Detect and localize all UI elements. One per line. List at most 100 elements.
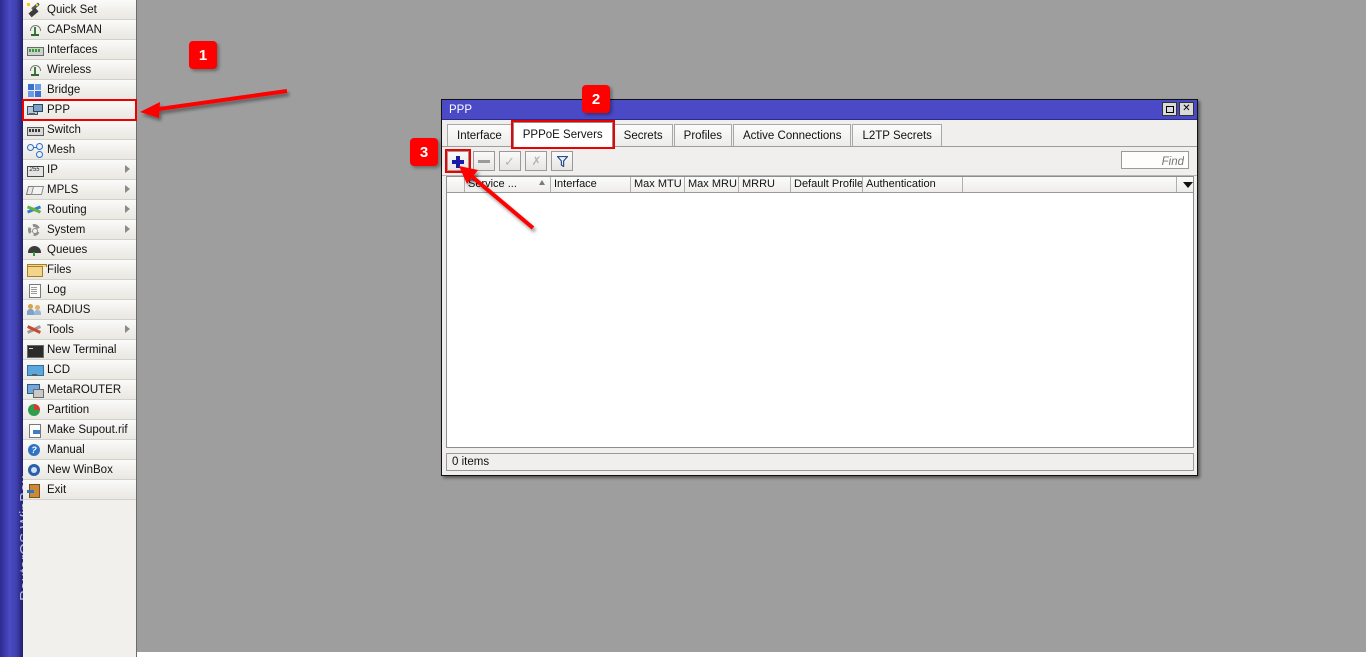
sidebar-item-label: Mesh xyxy=(47,140,75,160)
funnel-icon xyxy=(557,156,568,167)
wand-icon xyxy=(27,3,42,17)
antenna-icon xyxy=(27,63,42,77)
mesh-icon xyxy=(27,143,42,157)
ppp-tab-bar: InterfacePPPoE ServersSecretsProfilesAct… xyxy=(442,120,1197,147)
column-header-label: Authentication xyxy=(866,178,936,190)
column-header-label: MRRU xyxy=(742,178,775,190)
tab-interface[interactable]: Interface xyxy=(447,124,512,146)
sidebar-item-radius[interactable]: RADIUS xyxy=(23,300,136,320)
add-button[interactable] xyxy=(447,151,469,171)
sidebar-item-lcd[interactable]: LCD xyxy=(23,360,136,380)
check-icon: ✓ xyxy=(504,156,517,167)
sidebar-item-bridge[interactable]: Bridge xyxy=(23,80,136,100)
sidebar-item-label: Partition xyxy=(47,400,89,420)
column-header-authentication[interactable]: Authentication xyxy=(863,177,963,192)
gear-icon xyxy=(27,223,42,237)
sidebar-item-label: Tools xyxy=(47,320,74,340)
close-button[interactable]: ✕ xyxy=(1179,102,1194,116)
sidebar-item-files[interactable]: Files xyxy=(23,260,136,280)
sidebar-brand-rail: RouterOS WinBox xyxy=(0,0,23,657)
column-header-blank-8[interactable] xyxy=(963,177,1177,192)
column-header-mrru[interactable]: MRRU xyxy=(739,177,791,192)
cross-icon: ✗ xyxy=(530,155,543,168)
remove-button[interactable] xyxy=(473,151,495,171)
sidebar-item-label: Exit xyxy=(47,480,66,500)
sidebar-item-new-terminal[interactable]: New Terminal xyxy=(23,340,136,360)
column-header-interface[interactable]: Interface xyxy=(551,177,631,192)
ppp-window-titlebar[interactable]: PPP ✕ xyxy=(442,100,1197,120)
sidebar-item-label: System xyxy=(47,220,85,240)
supout-file-icon xyxy=(27,423,42,437)
status-bar: 0 items xyxy=(446,453,1194,471)
sidebar-item-capsman[interactable]: CAPsMAN xyxy=(23,20,136,40)
exit-door-icon xyxy=(27,483,42,497)
antenna-icon xyxy=(27,23,42,37)
sidebar-item-exit[interactable]: Exit xyxy=(23,480,136,500)
log-page-icon xyxy=(27,283,42,297)
tab-profiles[interactable]: Profiles xyxy=(674,124,732,146)
pppoe-servers-table[interactable]: Service ... Interface Max MTUMax MRUMRRU De… xyxy=(446,176,1194,448)
sidebar-item-ppp[interactable]: PPP xyxy=(23,100,136,120)
column-header-label: Interface xyxy=(554,178,597,190)
column-header-max-mru[interactable]: Max MRU xyxy=(685,177,739,192)
sidebar-item-manual[interactable]: ?Manual xyxy=(23,440,136,460)
disable-button[interactable]: ✗ xyxy=(525,151,547,171)
column-header-default-profile[interactable]: Default Profile xyxy=(791,177,863,192)
search-input[interactable] xyxy=(1122,154,1188,170)
sidebar-item-make-supout-rif[interactable]: Make Supout.rif xyxy=(23,420,136,440)
sidebar-item-mpls[interactable]: MPLS xyxy=(23,180,136,200)
titlebar-button-group: ✕ xyxy=(1162,102,1194,116)
sidebar-item-quick-set[interactable]: Quick Set xyxy=(23,0,136,20)
sidebar-item-log[interactable]: Log xyxy=(23,280,136,300)
chevron-right-icon xyxy=(125,325,130,333)
sidebar-item-mesh[interactable]: Mesh xyxy=(23,140,136,160)
chevron-right-icon xyxy=(125,165,130,173)
column-header-label: Service ... xyxy=(468,178,517,190)
sidebar-item-new-winbox[interactable]: New WinBox xyxy=(23,460,136,480)
tab-pppoe-servers[interactable]: PPPoE Servers xyxy=(513,122,613,147)
column-chooser-button[interactable] xyxy=(1177,177,1194,192)
sidebar-item-label: Switch xyxy=(47,120,81,140)
column-header-label: Max MTU xyxy=(634,178,682,190)
filter-button[interactable] xyxy=(551,151,573,171)
find-field-wrapper[interactable] xyxy=(1121,151,1189,169)
bridge-icon xyxy=(27,83,42,97)
annotation-marker-2: 2 xyxy=(582,85,610,113)
sidebar-item-label: Bridge xyxy=(47,80,80,100)
sidebar-item-ip[interactable]: 255 IP xyxy=(23,160,136,180)
sidebar-item-label: Queues xyxy=(47,240,87,260)
sidebar-item-switch[interactable]: Switch xyxy=(23,120,136,140)
sidebar-item-interfaces[interactable]: Interfaces xyxy=(23,40,136,60)
sidebar-item-system[interactable]: System xyxy=(23,220,136,240)
partition-pie-icon xyxy=(27,403,42,417)
sidebar-item-routing[interactable]: Routing xyxy=(23,200,136,220)
ppp-monitors-icon xyxy=(27,103,42,117)
tab-active-connections[interactable]: Active Connections xyxy=(733,124,851,146)
close-icon: ✕ xyxy=(1182,104,1190,114)
sidebar-item-label: Routing xyxy=(47,200,87,220)
enable-button[interactable]: ✓ xyxy=(499,151,521,171)
table-body[interactable] xyxy=(447,193,1193,447)
maximize-button[interactable] xyxy=(1162,102,1177,116)
table-column-header-row: Service ... Interface Max MTUMax MRUMRRU De… xyxy=(447,177,1193,193)
sidebar-item-queues[interactable]: Queues xyxy=(23,240,136,260)
column-header-blank-0[interactable] xyxy=(447,177,465,192)
sidebar-item-wireless[interactable]: Wireless xyxy=(23,60,136,80)
sidebar-item-label: IP xyxy=(47,160,58,180)
sidebar-item-label: LCD xyxy=(47,360,70,380)
column-header-service[interactable]: Service ... xyxy=(465,177,551,192)
folder-icon xyxy=(27,263,42,277)
tab-l2tp-secrets[interactable]: L2TP Secrets xyxy=(852,124,941,146)
ppp-window[interactable]: PPP ✕ InterfacePPPoE ServersSecretsProfi… xyxy=(441,99,1198,476)
ppp-toolbar: ✓ ✗ xyxy=(442,147,1197,176)
ip-255-icon: 255 xyxy=(27,163,42,177)
sidebar-item-tools[interactable]: Tools xyxy=(23,320,136,340)
users-icon xyxy=(27,303,42,317)
annotation-marker-3: 3 xyxy=(410,138,438,166)
sidebar-item-partition[interactable]: Partition xyxy=(23,400,136,420)
sidebar-item-label: Wireless xyxy=(47,60,91,80)
sidebar-item-metarouter[interactable]: MetaROUTER xyxy=(23,380,136,400)
column-header-max-mtu[interactable]: Max MTU xyxy=(631,177,685,192)
plus-icon-vertical xyxy=(456,156,460,168)
tab-secrets[interactable]: Secrets xyxy=(614,124,673,146)
